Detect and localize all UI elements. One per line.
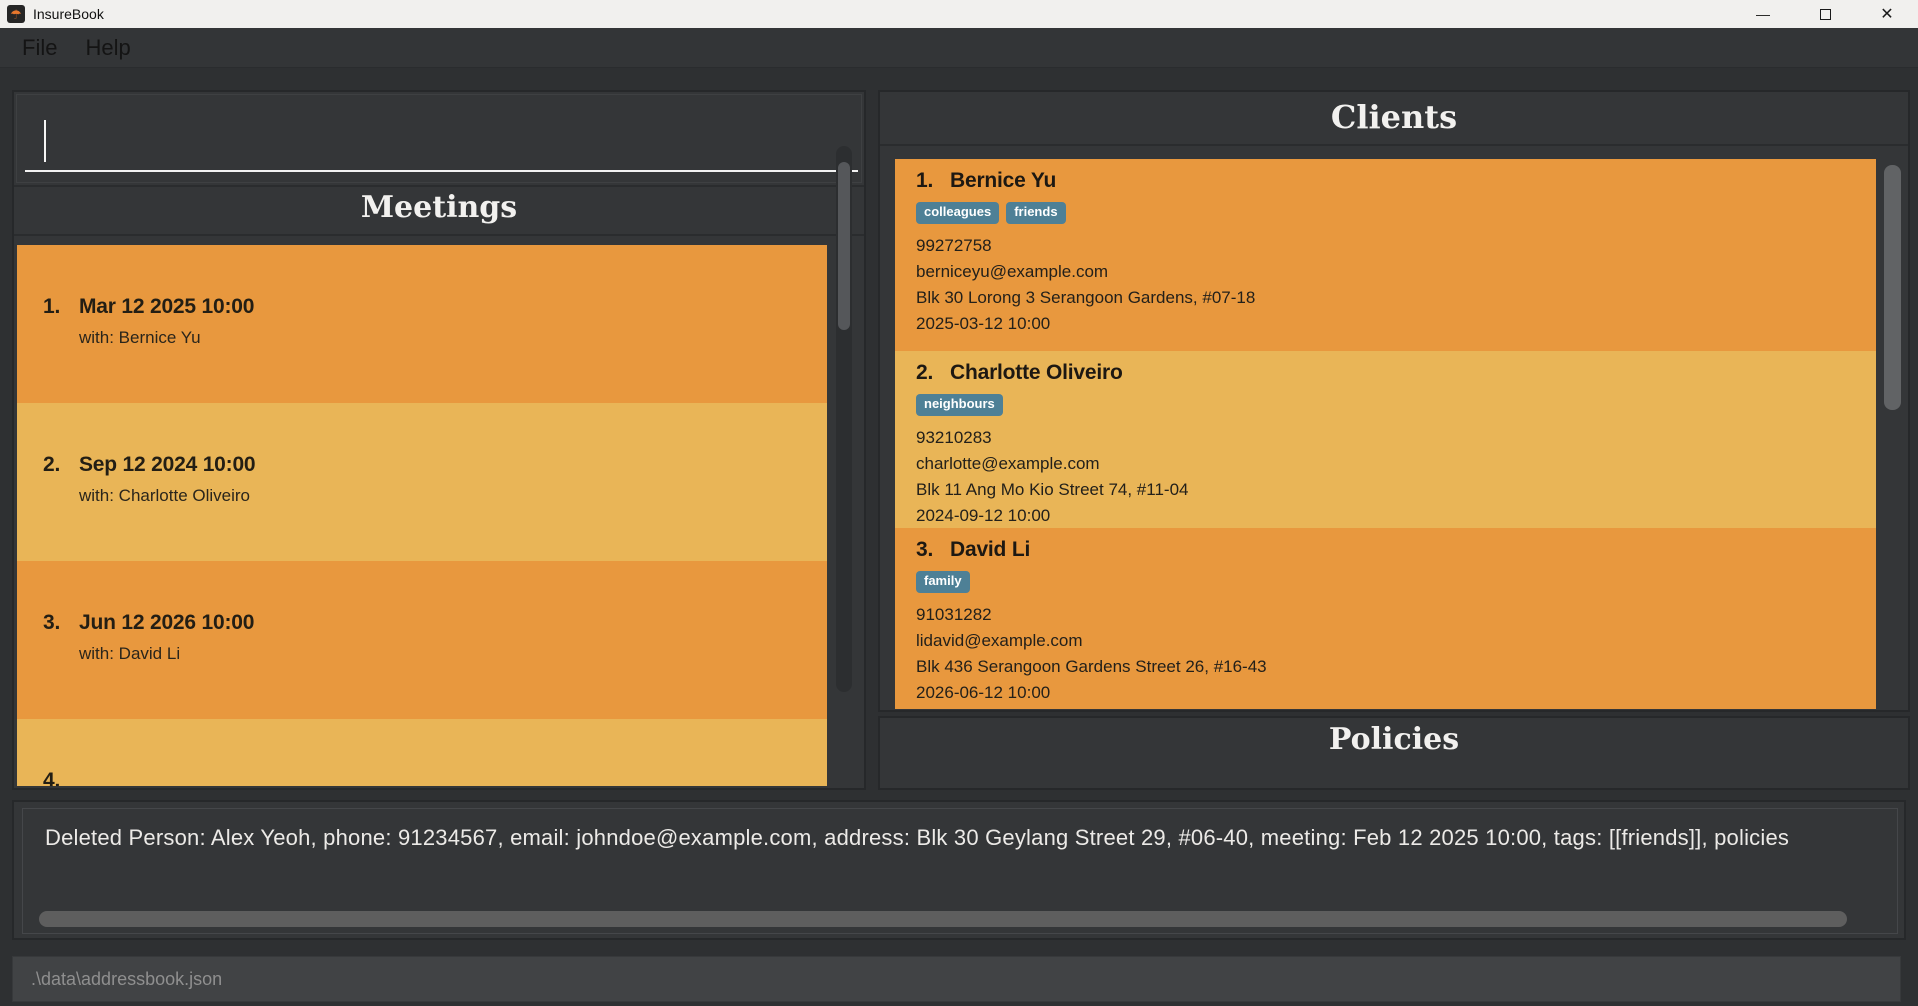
client-name-row: 2. Charlotte Oliveiro (916, 361, 1876, 385)
client-meeting: 2026-06-12 10:00 (916, 680, 1876, 706)
window-controls: — ✕ (1732, 0, 1918, 28)
meeting-index: 2. (43, 453, 79, 477)
divider (880, 144, 1908, 146)
meetings-header: Meetings (14, 190, 864, 225)
meeting-with: with: Charlotte Oliveiro (79, 486, 827, 506)
command-underline (25, 170, 858, 172)
client-name: David Li (950, 538, 1030, 562)
meeting-card[interactable]: 2. Sep 12 2024 10:00 with: Charlotte Oli… (17, 403, 827, 561)
tag-badge: colleagues (916, 202, 999, 224)
meeting-datetime: Mar 12 2025 10:00 (79, 295, 254, 319)
menu-help[interactable]: Help (71, 33, 144, 63)
client-tags: neighbours (916, 394, 1876, 416)
close-button[interactable]: ✕ (1856, 0, 1918, 28)
meeting-title: 3. Jun 12 2026 10:00 (43, 611, 827, 635)
client-phone: 93210283 (916, 425, 1876, 451)
menu-file[interactable]: File (8, 33, 71, 63)
meetings-scrollbar-thumb[interactable] (838, 162, 850, 330)
meeting-title: 2. Sep 12 2024 10:00 (43, 453, 827, 477)
meeting-index: 1. (43, 295, 79, 319)
client-card[interactable]: 3. David Li family 91031282 lidavid@exam… (895, 528, 1876, 709)
tag-badge: family (916, 571, 970, 593)
meeting-title: 4. (43, 769, 827, 786)
statusbar-field: .\data\addressbook.json (12, 956, 1901, 1002)
text-cursor (44, 120, 46, 162)
menubar: File Help (0, 28, 1918, 68)
clients-header: Clients (880, 98, 1908, 136)
client-phone: 99272758 (916, 233, 1876, 259)
statusbar: .\data\addressbook.json (0, 948, 1918, 1006)
minimize-button[interactable]: — (1732, 0, 1794, 28)
divider (14, 185, 864, 187)
meeting-datetime: Jun 12 2026 10:00 (79, 611, 254, 635)
clients-list: 1. Bernice Yu colleagues friends 9927275… (895, 148, 1878, 709)
save-location: .\data\addressbook.json (31, 969, 222, 990)
command-input[interactable] (27, 103, 847, 169)
client-name: Bernice Yu (950, 169, 1056, 193)
meeting-title: 1. Mar 12 2025 10:00 (43, 295, 827, 319)
meeting-with: with: Bernice Yu (79, 328, 827, 348)
client-name-row: 1. Bernice Yu (916, 169, 1876, 193)
client-index: 3. (916, 538, 950, 562)
meeting-index: 4. (43, 769, 79, 786)
client-name: Charlotte Oliveiro (950, 361, 1123, 385)
client-tags: colleagues friends (916, 202, 1876, 224)
meetings-panel: Meetings 1. Mar 12 2025 10:00 with: Bern… (12, 90, 866, 790)
client-tags: family (916, 571, 1876, 593)
insurebook-window: { "window": { "title": "InsureBook", "ic… (0, 0, 1918, 1006)
client-phone: 91031282 (916, 602, 1876, 628)
client-name-row: 3. David Li (916, 538, 1876, 562)
meetings-list: 1. Mar 12 2025 10:00 with: Bernice Yu 2.… (17, 236, 851, 786)
policies-panel: Policies (878, 716, 1910, 790)
client-address: Blk 11 Ang Mo Kio Street 74, #11-04 (916, 477, 1876, 503)
client-email: charlotte@example.com (916, 451, 1876, 477)
command-box (16, 94, 862, 183)
tag-badge: neighbours (916, 394, 1003, 416)
client-address: Blk 30 Lorong 3 Serangoon Gardens, #07-1… (916, 285, 1876, 311)
client-index: 1. (916, 169, 950, 193)
result-hscrollbar-thumb[interactable] (39, 911, 1847, 927)
meeting-index: 3. (43, 611, 79, 635)
client-index: 2. (916, 361, 950, 385)
client-address: Blk 436 Serangoon Gardens Street 26, #16… (916, 654, 1876, 680)
result-display[interactable]: Deleted Person: Alex Yeoh, phone: 912345… (22, 808, 1898, 934)
app-umbrella-icon: ☂ (7, 5, 25, 23)
tag-badge: friends (1006, 202, 1065, 224)
client-card[interactable]: 1. Bernice Yu colleagues friends 9927275… (895, 159, 1876, 351)
window-title: InsureBook (33, 6, 104, 22)
meeting-datetime: Sep 12 2024 10:00 (79, 453, 255, 477)
result-text: Deleted Person: Alex Yeoh, phone: 912345… (45, 825, 1789, 851)
policies-header: Policies (880, 722, 1908, 757)
client-email: lidavid@example.com (916, 628, 1876, 654)
clients-scrollbar-thumb[interactable] (1884, 165, 1901, 410)
meeting-with: with: David Li (79, 644, 827, 664)
maximize-icon (1820, 9, 1831, 20)
meeting-card[interactable]: 3. Jun 12 2026 10:00 with: David Li (17, 561, 827, 719)
result-display-panel: Deleted Person: Alex Yeoh, phone: 912345… (12, 800, 1906, 940)
client-meeting: 2025-03-12 10:00 (916, 311, 1876, 337)
clients-panel: Clients 1. Bernice Yu colleagues friends… (878, 90, 1910, 712)
titlebar: ☂ InsureBook — ✕ (0, 0, 1918, 28)
client-email: berniceyu@example.com (916, 259, 1876, 285)
meeting-card-partial[interactable]: 4. (17, 719, 827, 786)
maximize-button[interactable] (1794, 0, 1856, 28)
meeting-card[interactable]: 1. Mar 12 2025 10:00 with: Bernice Yu (17, 245, 827, 403)
client-meeting: 2024-09-12 10:00 (916, 503, 1876, 529)
client-card[interactable]: 2. Charlotte Oliveiro neighbours 9321028… (895, 351, 1876, 528)
